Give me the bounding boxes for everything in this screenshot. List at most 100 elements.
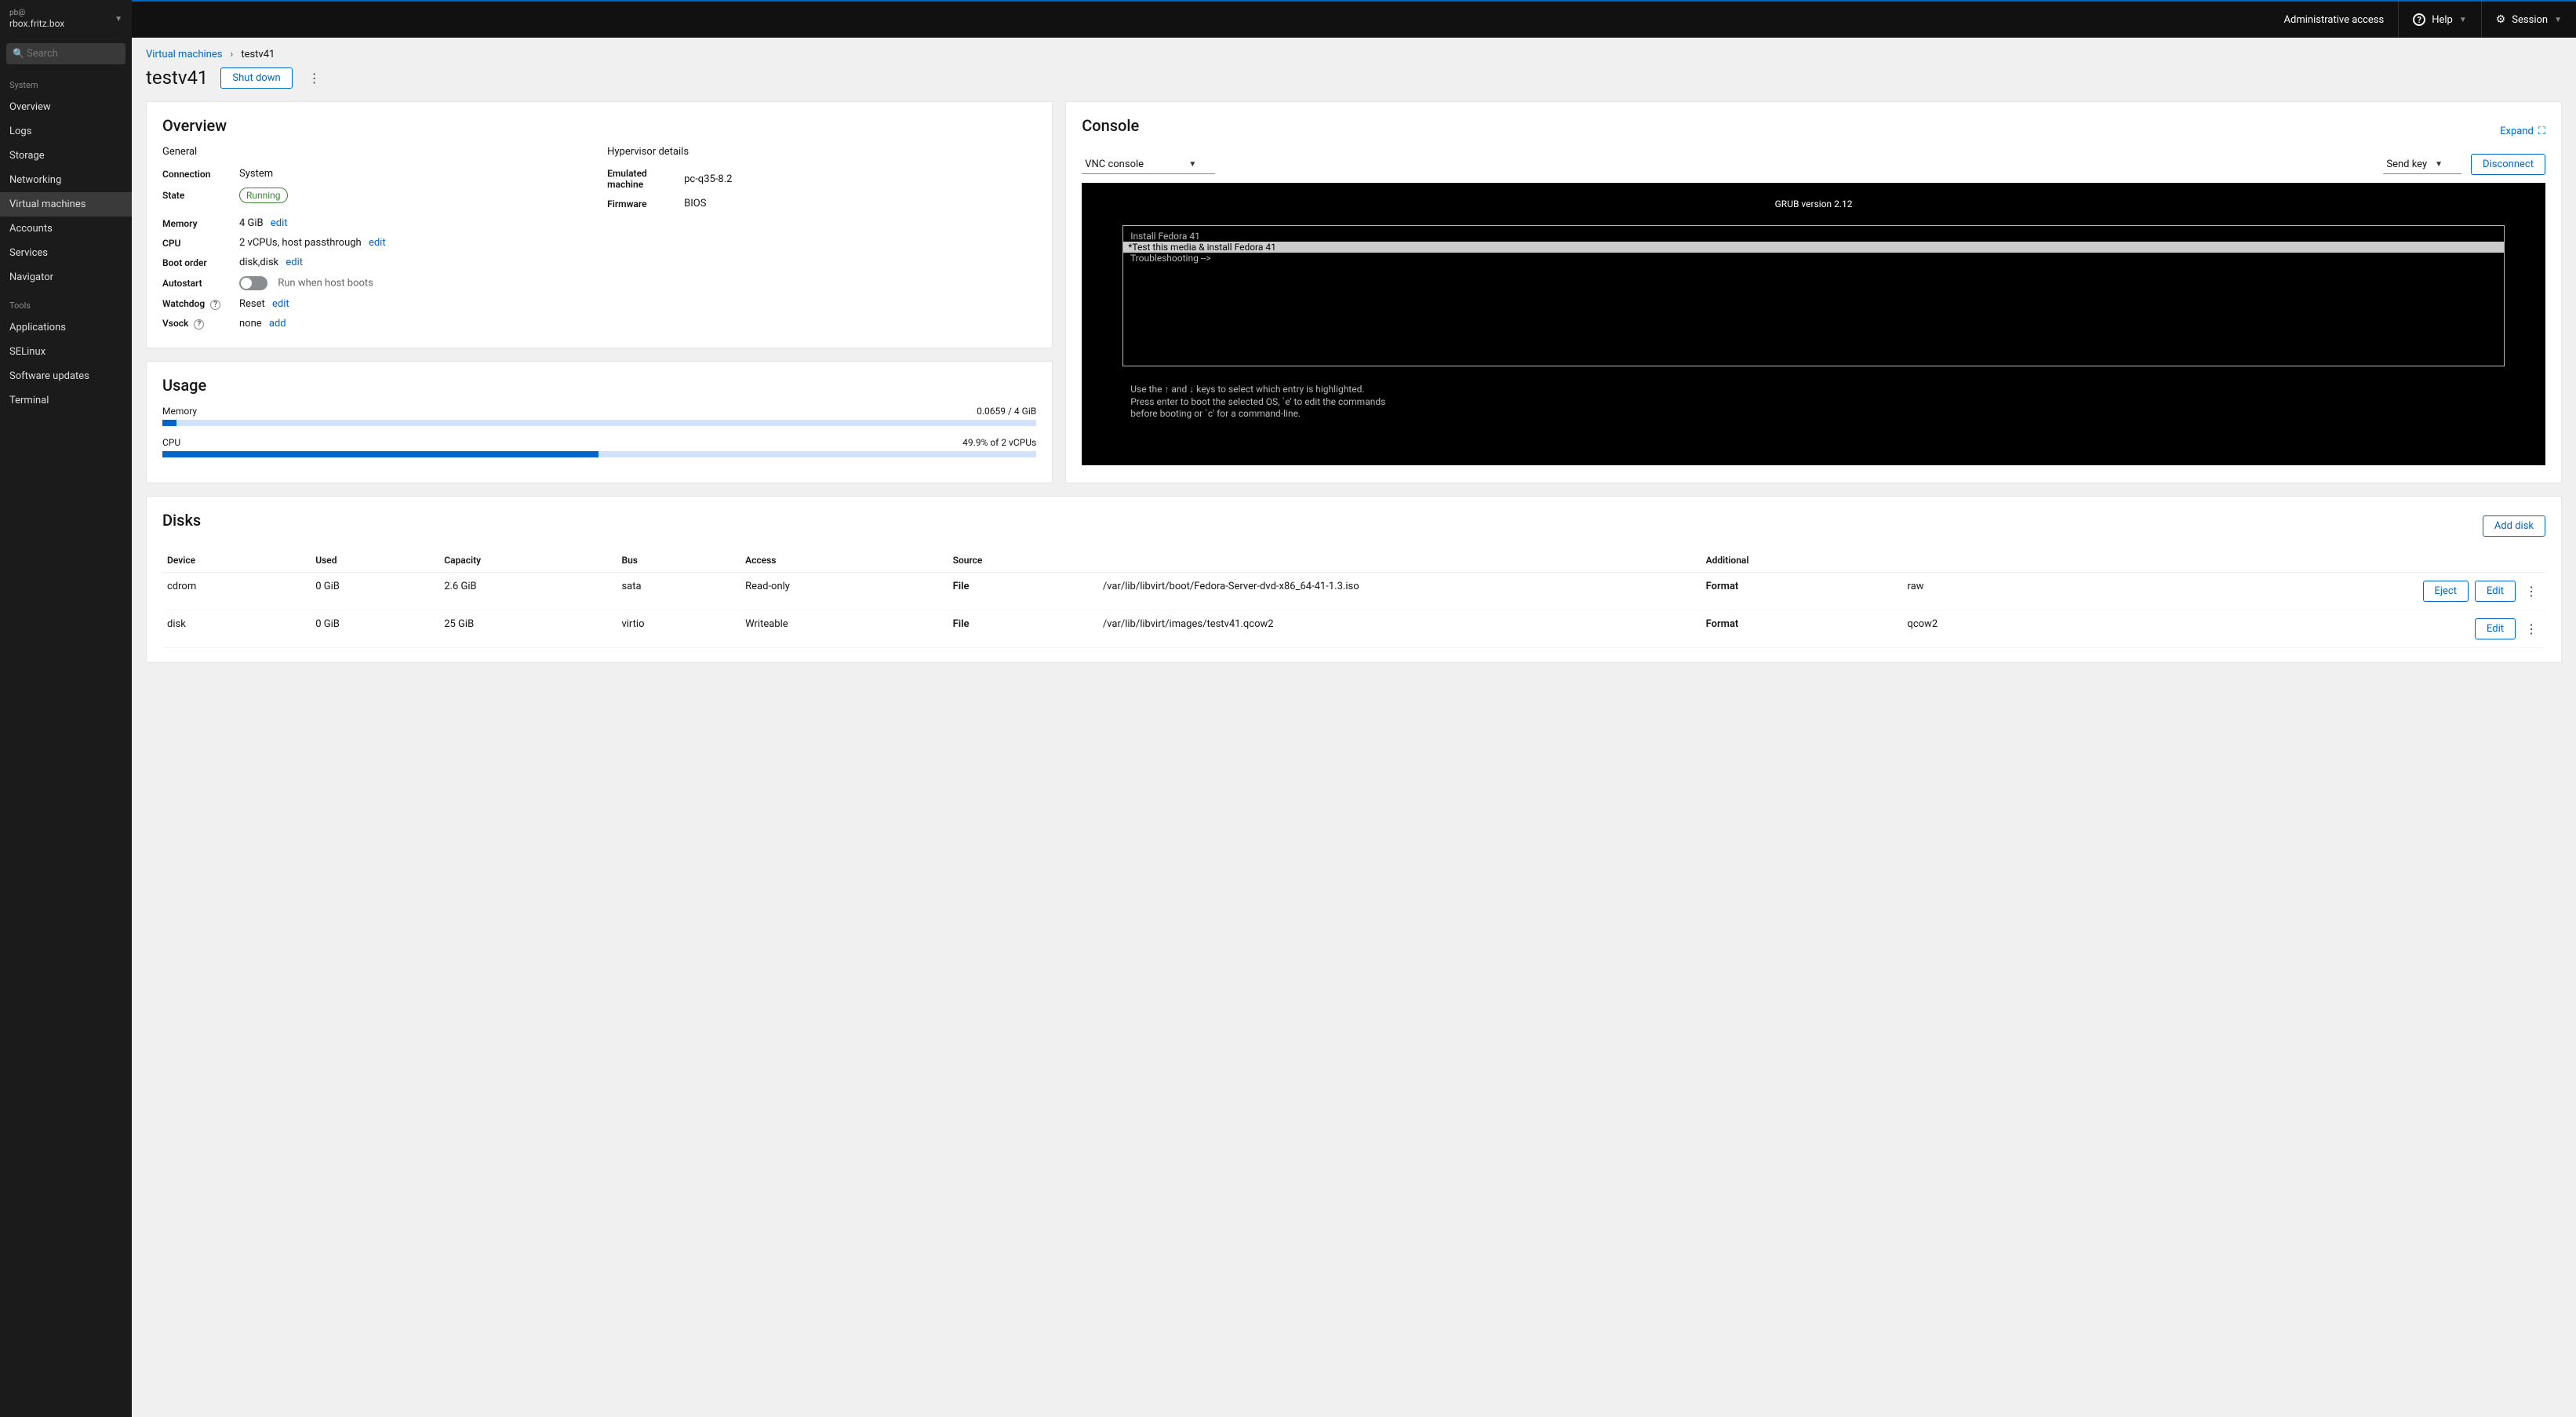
sidebar-item[interactable]: SELinux bbox=[0, 340, 132, 364]
chevron-down-icon: ▼ bbox=[2459, 16, 2467, 24]
sidebar-item[interactable]: Logs bbox=[0, 119, 132, 144]
autostart-label: Autostart bbox=[162, 278, 239, 289]
disk-additional-value: raw bbox=[1903, 573, 2056, 610]
cpu-edit-link[interactable]: edit bbox=[369, 237, 386, 249]
usage-mem-bar bbox=[162, 420, 1036, 426]
disk-additional-label: Format bbox=[1701, 573, 1903, 610]
disk-capacity: 25 GiB bbox=[439, 610, 617, 648]
disk-kebab[interactable]: ⋮ bbox=[2522, 620, 2541, 639]
usage-cpu-label: CPU bbox=[162, 437, 180, 448]
disk-bus: sata bbox=[617, 573, 740, 610]
chevron-down-icon: ▼ bbox=[115, 14, 122, 24]
memory-label: Memory bbox=[162, 218, 239, 229]
disks-title: Disks bbox=[162, 511, 201, 530]
chevron-down-icon: ▼ bbox=[2554, 16, 2562, 24]
cpu-label: CPU bbox=[162, 238, 239, 249]
session-menu[interactable]: ⚙ Session ▼ bbox=[2481, 2, 2576, 38]
send-key-select[interactable]: Send key ▼ bbox=[2383, 155, 2461, 174]
console-type-select[interactable]: VNC console ▼ bbox=[1082, 155, 1215, 174]
sidebar-item[interactable]: Services bbox=[0, 241, 132, 265]
table-header: Capacity bbox=[439, 548, 617, 573]
sidebar-item[interactable]: Virtual machines bbox=[0, 192, 132, 217]
shutdown-button[interactable]: Shut down bbox=[220, 67, 292, 89]
table-header bbox=[1098, 548, 1701, 573]
table-header: Device bbox=[162, 548, 311, 573]
disk-additional-label: Format bbox=[1701, 610, 1903, 648]
host-user: pb@ bbox=[9, 8, 64, 18]
console-card: Console Expand ⛶ VNC console ▼ bbox=[1065, 101, 2562, 483]
connection-value: System bbox=[239, 168, 591, 180]
host-name: rbox.fritz.box bbox=[9, 18, 64, 31]
boot-value: disk,disk bbox=[239, 257, 278, 268]
sidebar-item[interactable]: Accounts bbox=[0, 217, 132, 241]
disk-source-path: /var/lib/libvirt/boot/Fedora-Server-dvd-… bbox=[1098, 573, 1701, 610]
help-icon[interactable]: ? bbox=[210, 300, 220, 310]
help-icon: ? bbox=[2413, 13, 2425, 26]
memory-edit-link[interactable]: edit bbox=[271, 217, 288, 229]
table-header: Bus bbox=[617, 548, 740, 573]
firmware-label: Firmware bbox=[607, 199, 684, 209]
hypervisor-subhead: Hypervisor details bbox=[607, 146, 1036, 158]
breadcrumb-parent[interactable]: Virtual machines bbox=[146, 49, 222, 60]
host-switcher[interactable]: pb@ rbox.fritz.box ▼ bbox=[0, 0, 132, 38]
nav-section-tools: Tools bbox=[0, 290, 132, 315]
table-header: Used bbox=[311, 548, 439, 573]
edit-disk-button[interactable]: Edit bbox=[2475, 618, 2516, 639]
disk-kebab[interactable]: ⋮ bbox=[2522, 582, 2541, 601]
vnc-viewport[interactable]: GRUB version 2.12 Install Fedora 41*Test… bbox=[1082, 183, 2545, 465]
vsock-value: none bbox=[239, 318, 262, 330]
overview-card: Overview General Hypervisor details bbox=[146, 101, 1053, 348]
vsock-add-link[interactable]: add bbox=[269, 318, 286, 330]
disk-device: cdrom bbox=[162, 573, 311, 610]
help-icon[interactable]: ? bbox=[194, 319, 204, 330]
disk-device: disk bbox=[162, 610, 311, 648]
admin-access-link[interactable]: Administrative access bbox=[2270, 2, 2399, 38]
usage-mem-label: Memory bbox=[162, 406, 197, 417]
sidebar-item[interactable]: Applications bbox=[0, 315, 132, 340]
grub-menu: Install Fedora 41*Test this media & inst… bbox=[1122, 225, 2505, 366]
disk-bus: virtio bbox=[617, 610, 740, 648]
disk-access: Writeable bbox=[740, 610, 948, 648]
breadcrumb-current: testv41 bbox=[241, 49, 275, 60]
disk-source-path: /var/lib/libvirt/images/testv41.qcow2 bbox=[1098, 610, 1701, 648]
autostart-desc: Run when host boots bbox=[278, 277, 373, 289]
table-header bbox=[2055, 548, 2545, 573]
sidebar-item[interactable]: Software updates bbox=[0, 364, 132, 388]
emulated-value: pc-q35-8.2 bbox=[684, 173, 1036, 185]
add-disk-button[interactable]: Add disk bbox=[2483, 515, 2545, 537]
chevron-right-icon: › bbox=[230, 49, 233, 60]
usage-card: Usage Memory 0.0659 / 4 GiB CPU 49.9% bbox=[146, 361, 1053, 483]
table-header: Source bbox=[948, 548, 1098, 573]
disconnect-button[interactable]: Disconnect bbox=[2471, 154, 2545, 175]
table-header: Access bbox=[740, 548, 948, 573]
page-title: testv41 bbox=[146, 67, 208, 89]
help-menu[interactable]: ? Help ▼ bbox=[2398, 2, 2481, 38]
vsock-label: Vsock bbox=[162, 318, 188, 329]
search-icon: 🔍 bbox=[13, 48, 24, 59]
chevron-down-icon: ▼ bbox=[2435, 160, 2443, 169]
grub-footer: Use the ↑ and ↓ keys to select which ent… bbox=[1130, 384, 2497, 421]
disk-actions: Eject Edit ⋮ bbox=[2055, 573, 2545, 610]
watchdog-edit-link[interactable]: edit bbox=[272, 298, 289, 310]
autostart-toggle[interactable] bbox=[239, 276, 267, 290]
sidebar-item[interactable]: Storage bbox=[0, 144, 132, 168]
grub-menu-item: Troubleshooting --> bbox=[1123, 253, 2504, 264]
emulated-label: Emulated machine bbox=[607, 168, 684, 190]
disks-table: DeviceUsedCapacityBusAccessSourceAdditio… bbox=[162, 548, 2545, 648]
sidebar-item[interactable]: Overview bbox=[0, 95, 132, 119]
sidebar-item[interactable]: Terminal bbox=[0, 388, 132, 413]
sidebar-item[interactable]: Navigator bbox=[0, 265, 132, 290]
disk-source-label: File bbox=[948, 610, 1098, 648]
usage-cpu-value: 49.9% of 2 vCPUs bbox=[962, 437, 1036, 448]
sidebar-item[interactable]: Networking bbox=[0, 168, 132, 192]
boot-edit-link[interactable]: edit bbox=[286, 257, 303, 268]
sidebar: pb@ rbox.fritz.box ▼ 🔍 System OverviewLo… bbox=[0, 0, 132, 1417]
edit-disk-button[interactable]: Edit bbox=[2475, 581, 2516, 602]
eject-button[interactable]: Eject bbox=[2423, 581, 2469, 602]
console-title: Console bbox=[1082, 116, 1139, 135]
usage-title: Usage bbox=[162, 376, 1036, 395]
overview-title: Overview bbox=[162, 116, 1036, 135]
vm-actions-kebab[interactable]: ⋮ bbox=[305, 68, 324, 87]
expand-console-link[interactable]: Expand ⛶ bbox=[2500, 126, 2545, 137]
boot-label: Boot order bbox=[162, 257, 239, 268]
